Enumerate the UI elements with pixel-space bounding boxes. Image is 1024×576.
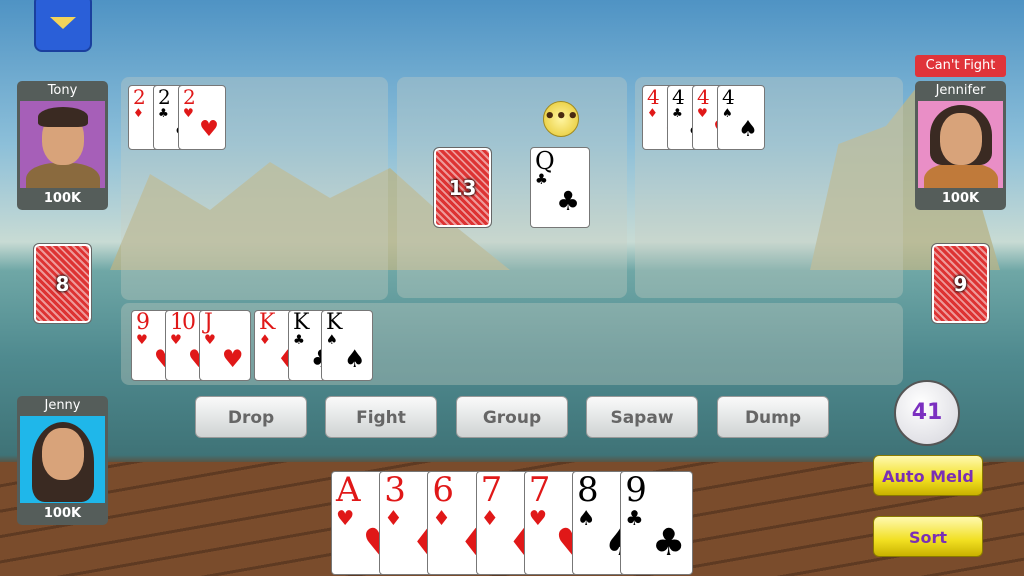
card-rank: 9: [625, 471, 647, 510]
drop-button[interactable]: Drop: [195, 396, 307, 438]
card-rank: 2: [158, 85, 171, 109]
card-suit-small: ♠: [577, 505, 596, 530]
card-suit-small: ♥: [170, 333, 182, 349]
player-name: Tony: [47, 83, 78, 98]
card-rank: 4: [647, 85, 660, 109]
avatar: [20, 101, 105, 188]
card-suit-small: ♦: [259, 333, 271, 349]
card-suit-large: ♣: [556, 185, 580, 217]
player-money: 100K: [941, 191, 980, 206]
card-suit-small: ♠: [722, 106, 733, 120]
hand-card[interactable]: 9 ♣ ♣: [620, 471, 694, 575]
player-money: 100K: [43, 191, 82, 206]
card-suit-small: ♥: [183, 106, 194, 120]
card-suit-large: ♥: [199, 116, 219, 142]
card-count-text: 8: [55, 271, 70, 296]
card-suit-small: ♣: [535, 172, 548, 189]
card-rank: 10: [170, 310, 196, 335]
card-suit-large: ♠: [738, 116, 758, 142]
jennifer-card-count: 9: [931, 243, 990, 324]
card-rank: 4: [672, 85, 685, 109]
card-suit-small: ♦: [384, 505, 403, 530]
ellipsis-icon: •••: [543, 101, 579, 137]
card-suit-small: ♥: [204, 333, 216, 349]
card-suit-large: ♣: [651, 520, 686, 564]
card-suit-small: ♣: [158, 106, 169, 120]
tony-card-count: 8: [33, 243, 92, 324]
card-rank: K: [326, 310, 343, 335]
card-suit-small: ♥: [136, 333, 148, 349]
card-rank: 3: [384, 471, 406, 510]
turn-timer: 41: [894, 380, 960, 446]
card-rank: Q: [535, 147, 555, 175]
card-rank: 7: [480, 471, 503, 510]
card-suit-large: ♠: [343, 344, 366, 373]
discard-pile-card[interactable]: Q ♣ ♣: [530, 147, 590, 228]
card-rank: 4: [697, 85, 710, 109]
card-rank: 2: [183, 85, 196, 109]
card-suit-small: ♦: [480, 505, 499, 530]
card-rank: J: [204, 310, 213, 335]
card-suit-small: ♦: [133, 106, 144, 120]
meld-card[interactable]: 4 ♠ ♠: [717, 85, 765, 150]
card-suit-small: ♣: [625, 505, 644, 530]
meld-card[interactable]: 2 ♥ ♥: [178, 85, 226, 150]
card-suit-small: ♥: [528, 505, 548, 530]
draw-pile[interactable]: 13: [433, 147, 492, 228]
cant-fight-badge: Can't Fight: [915, 55, 1006, 77]
group-button[interactable]: Group: [456, 396, 568, 438]
card-suit-small: ♦: [647, 106, 658, 120]
dump-button[interactable]: Dump: [717, 396, 829, 438]
my-meld-card[interactable]: K ♠ ♠: [321, 310, 373, 381]
card-count-text: 9: [953, 271, 968, 296]
card-rank: A: [336, 471, 361, 510]
card-rank: K: [293, 310, 310, 335]
player-money: 100K: [43, 506, 82, 521]
player-name: Jennifer: [935, 83, 986, 98]
menu-dropdown-button[interactable]: [34, 0, 92, 52]
player-jennifer[interactable]: Jennifer 100K: [915, 81, 1006, 210]
card-rank: 7: [528, 471, 551, 510]
card-rank: 6: [432, 471, 454, 510]
sapaw-button[interactable]: Sapaw: [586, 396, 698, 438]
card-rank: 8: [577, 471, 599, 510]
player-tony[interactable]: Tony 100K: [17, 81, 108, 210]
dropdown-triangle-icon: [50, 17, 76, 29]
card-suit-small: ♦: [432, 505, 451, 530]
avatar: [918, 101, 1003, 188]
center-pile-area: [397, 77, 627, 298]
card-suit-large: ♥: [221, 344, 244, 373]
sort-button[interactable]: Sort: [873, 516, 983, 557]
card-suit-small: ♣: [293, 333, 305, 349]
player-jenny[interactable]: Jenny 100K: [17, 396, 108, 525]
deck-count-text: 13: [448, 175, 477, 200]
card-suit-small: ♠: [326, 333, 338, 349]
card-suit-small: ♣: [672, 106, 683, 120]
avatar: [20, 416, 105, 503]
card-rank: 2: [133, 85, 146, 109]
card-rank: 4: [722, 85, 735, 109]
auto-meld-button[interactable]: Auto Meld: [873, 455, 983, 496]
player-name: Jenny: [44, 398, 81, 413]
card-suit-small: ♥: [697, 106, 708, 120]
card-suit-small: ♥: [336, 505, 355, 530]
card-rank: K: [259, 310, 276, 335]
fight-button[interactable]: Fight: [325, 396, 437, 438]
my-meld-card[interactable]: J ♥ ♥: [199, 310, 251, 381]
card-rank: 9: [136, 310, 150, 335]
